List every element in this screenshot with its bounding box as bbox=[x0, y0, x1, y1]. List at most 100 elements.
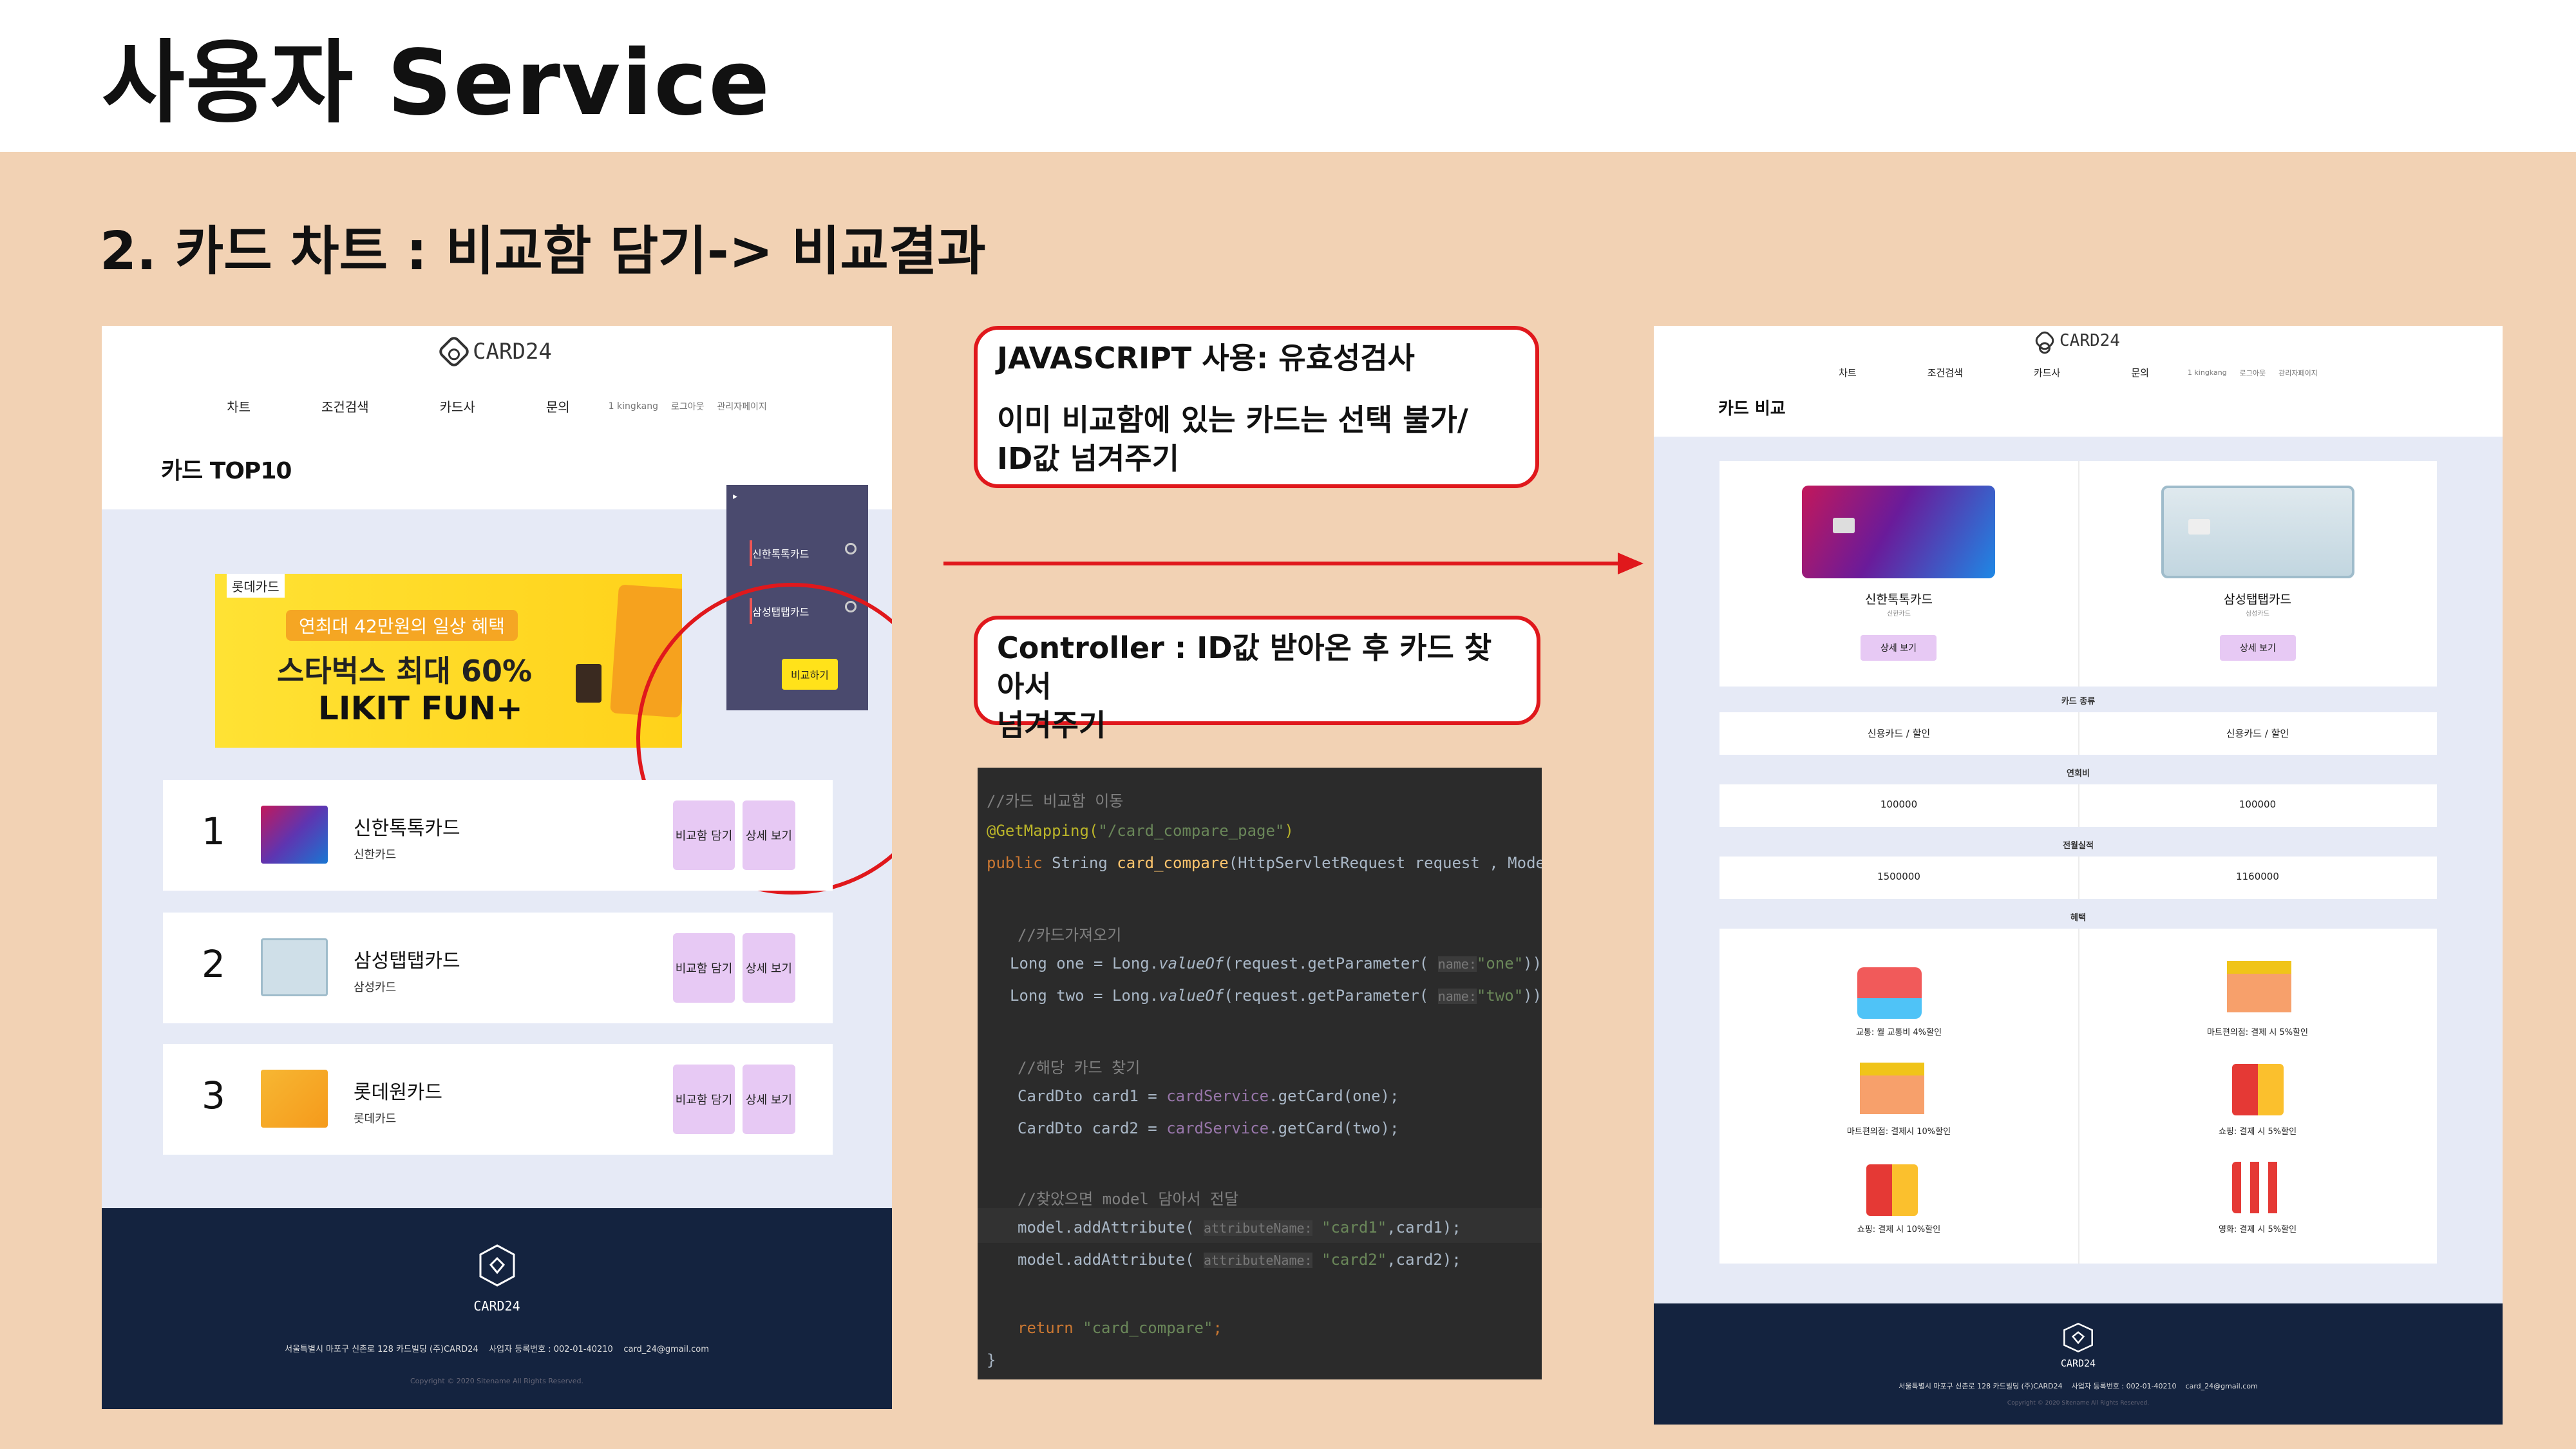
card-compare-screenshot: CARD24 차트 조건검색 카드사 문의 1 kingkang 로그아웃 관리… bbox=[1654, 326, 2503, 1425]
slide: 사용자 Service 2. 카드 차트 : 비교함 담기-> 비교결과 CAR… bbox=[0, 0, 2576, 1449]
annual-fee: 100000 bbox=[1880, 799, 1918, 810]
card-thumbnail[interactable] bbox=[261, 938, 328, 996]
card-thumbnail[interactable] bbox=[261, 1070, 328, 1128]
site-footer: CARD24 서울특별시 마포구 신촌로 128 카드빌딩 (주)CARD24 … bbox=[1654, 1303, 2503, 1425]
compare-box-toggle[interactable]: ▸ bbox=[733, 491, 737, 502]
site-logo[interactable]: CARD24 bbox=[102, 334, 892, 369]
shopping-bag-icon bbox=[1866, 1164, 1918, 1216]
site-header: CARD24 차트 조건검색 카드사 문의 1 kingkang 로그아웃 관리… bbox=[102, 326, 892, 509]
detail-button[interactable]: 상세 보기 bbox=[2220, 635, 2296, 661]
code-editor: //카드 비교함 이동 @GetMapping("/card_compare_p… bbox=[978, 768, 1542, 1379]
arrow-head-icon bbox=[1618, 553, 1643, 574]
row-label-benefit: 혜택 bbox=[2070, 913, 2086, 923]
footer-logo-text: CARD24 bbox=[2060, 1358, 2096, 1369]
footer-copyright: Copyright © 2020 Sitename All Rights Res… bbox=[2007, 1400, 2150, 1406]
promo-banner[interactable]: 롯데카드 연최대 42만원의 일상 혜택 스타벅스 최대 60% LIKIT F… bbox=[215, 574, 682, 748]
card-name: 신한톡톡카드 bbox=[1865, 592, 1933, 607]
card-company: 삼성카드 bbox=[354, 981, 397, 994]
page-body: 롯데카드 연최대 42만원의 일상 혜택 스타벅스 최대 60% LIKIT F… bbox=[102, 485, 892, 1208]
prev-perf-row: 1500000 1160000 bbox=[1719, 857, 2437, 899]
nav-admin[interactable]: 관리자페이지 bbox=[717, 400, 767, 413]
nav-user[interactable]: 1 kingkang bbox=[2188, 368, 2227, 377]
card-name[interactable]: 삼성탭탭카드 bbox=[354, 945, 460, 973]
code-line: model.addAttribute( attributeName: "card… bbox=[1018, 1251, 1461, 1269]
nav-user[interactable]: 1 kingkang bbox=[609, 401, 658, 412]
callout-line: 넘겨주기 bbox=[997, 708, 1106, 743]
nav-card-company[interactable]: 카드사 bbox=[440, 397, 475, 415]
nav-card-company[interactable]: 카드사 bbox=[2034, 366, 2060, 379]
diamond-logo-icon bbox=[2063, 1322, 2093, 1353]
chip-icon bbox=[2188, 519, 2210, 535]
diamond-logo-icon bbox=[2032, 328, 2057, 353]
card-company: 롯데카드 bbox=[354, 1112, 397, 1126]
banner-tag: 롯데카드 bbox=[227, 574, 285, 598]
compare-cards-panel: 신한톡톡카드 신한카드 삼성탭탭카드 삼성카드 상세 보기 상세 보기 bbox=[1719, 461, 2437, 687]
nav-chart[interactable]: 차트 bbox=[1839, 366, 1857, 379]
card-image[interactable] bbox=[2161, 486, 2354, 578]
benefit-text: 쇼핑: 결제 시 5%할인 bbox=[2218, 1127, 2297, 1137]
card-rank: 2 bbox=[202, 942, 225, 986]
popcorn-icon bbox=[2232, 1162, 2286, 1213]
chip-icon bbox=[1833, 518, 1855, 533]
row-label-annual-fee: 연회비 bbox=[2067, 769, 2090, 779]
nav-logout[interactable]: 로그아웃 bbox=[2240, 368, 2266, 378]
nav-admin[interactable]: 관리자페이지 bbox=[2278, 368, 2318, 378]
card-thumbnail[interactable] bbox=[261, 806, 328, 864]
site-logo[interactable]: CARD24 bbox=[1654, 328, 2503, 353]
remove-icon[interactable] bbox=[845, 543, 857, 554]
shopping-bag-icon bbox=[2232, 1064, 2284, 1115]
code-line: } bbox=[987, 1351, 996, 1369]
code-line: //카드가져오기 bbox=[1018, 926, 1122, 944]
detail-button[interactable]: 상세 보기 bbox=[743, 1065, 795, 1134]
nav-search[interactable]: 조건검색 bbox=[1927, 366, 1963, 379]
banner-headline: 스타벅스 최대 60% bbox=[277, 654, 533, 688]
footer-logo-text: CARD24 bbox=[473, 1298, 520, 1314]
site-footer: CARD24 서울특별시 마포구 신촌로 128 카드빌딩 (주)CARD24 … bbox=[102, 1208, 892, 1409]
diamond-logo-icon bbox=[479, 1244, 515, 1287]
card-company: 신한카드 bbox=[1887, 611, 1911, 618]
card-name[interactable]: 신한톡톡카드 bbox=[354, 812, 460, 840]
card-company: 삼성카드 bbox=[2246, 611, 2269, 618]
add-to-compare-button[interactable]: 비교함 담기 bbox=[673, 933, 735, 1003]
code-line: CardDto card1 = cardService.getCard(one)… bbox=[1018, 1087, 1399, 1105]
benefit-text: 교통: 월 교통비 4%할인 bbox=[1855, 1028, 1942, 1037]
card-name: 삼성탭탭카드 bbox=[2224, 592, 2291, 607]
code-line: public String card_compare(HttpServletRe… bbox=[987, 854, 1542, 872]
footer-address: 서울특별시 마포구 신촌로 128 카드빌딩 (주)CARD24 사업자 등록번… bbox=[1899, 1382, 2258, 1390]
callout-line: Controller : ID값 받아온 후 카드 찾아서 bbox=[997, 630, 1492, 704]
nav-logout[interactable]: 로그아웃 bbox=[671, 400, 705, 413]
bus-icon bbox=[1857, 967, 1922, 1019]
detail-button[interactable]: 상세 보기 bbox=[743, 800, 795, 870]
slide-title: 사용자 Service bbox=[102, 31, 772, 136]
shop-icon bbox=[2227, 961, 2291, 1012]
compare-item-1: 신한톡톡카드 bbox=[752, 548, 810, 560]
card-image[interactable] bbox=[1802, 486, 1995, 578]
prev-performance: 1160000 bbox=[2236, 871, 2279, 882]
main-nav: 차트 조건검색 카드사 문의 1 kingkang 로그아웃 관리자페이지 bbox=[102, 397, 892, 415]
nav-inquiry[interactable]: 문의 bbox=[546, 397, 570, 415]
card-name[interactable]: 롯데원카드 bbox=[354, 1076, 442, 1104]
detail-button[interactable]: 상세 보기 bbox=[1861, 635, 1937, 661]
nav-search[interactable]: 조건검색 bbox=[321, 397, 369, 415]
js-validation-callout: JAVASCRIPT 사용: 유효성검사 이미 비교함에 있는 카드는 선택 불… bbox=[974, 326, 1539, 488]
footer-logo bbox=[102, 1243, 892, 1291]
code-line: model.addAttribute( attributeName: "card… bbox=[1018, 1218, 1461, 1236]
card-row: 1 신한톡톡카드 신한카드 비교함 담기 상세 보기 bbox=[163, 780, 833, 891]
footer-copyright: Copyright © 2020 Sitename All Rights Res… bbox=[410, 1377, 584, 1385]
code-line: //해당 카드 찾기 bbox=[1018, 1059, 1141, 1077]
type-row: 신용카드 / 할인 신용카드 / 할인 bbox=[1719, 712, 2437, 755]
card-rank: 1 bbox=[202, 810, 225, 853]
logo-text: CARD24 bbox=[2060, 331, 2120, 350]
add-to-compare-button[interactable]: 비교함 담기 bbox=[673, 800, 735, 870]
callout-line: JAVASCRIPT 사용: 유효성검사 bbox=[997, 341, 1415, 375]
callout-line: ID값 넘겨주기 bbox=[997, 441, 1179, 476]
benefit-text: 쇼핑: 결제 시 10%할인 bbox=[1857, 1225, 1941, 1235]
detail-button[interactable]: 상세 보기 bbox=[743, 933, 795, 1003]
controller-callout: Controller : ID값 받아온 후 카드 찾아서 넘겨주기 bbox=[974, 616, 1540, 743]
nav-inquiry[interactable]: 문의 bbox=[2131, 366, 2149, 379]
section-title: 카드 TOP10 bbox=[161, 458, 292, 484]
nav-chart[interactable]: 차트 bbox=[227, 397, 251, 415]
card-company: 신한카드 bbox=[354, 848, 397, 862]
add-to-compare-button[interactable]: 비교함 담기 bbox=[673, 1065, 735, 1134]
footer-logo bbox=[1654, 1321, 2503, 1356]
